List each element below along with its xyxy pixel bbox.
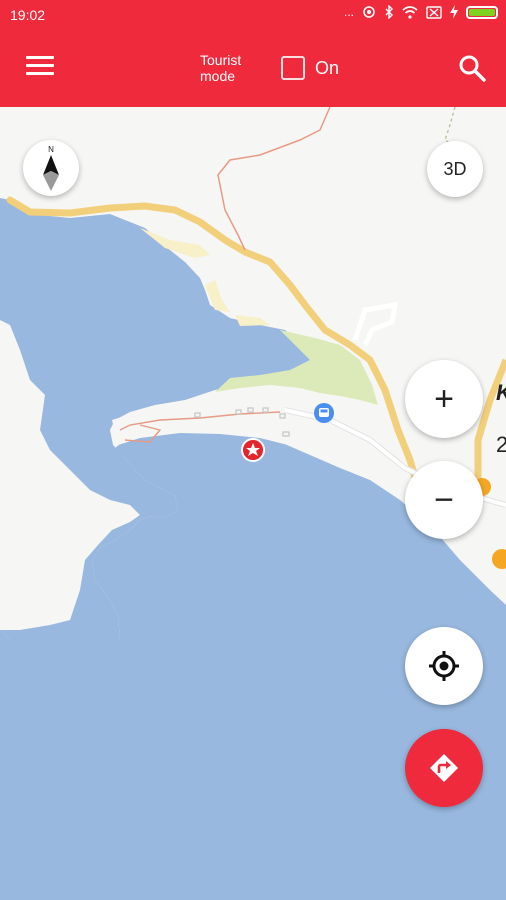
hamburger-icon-line bbox=[26, 64, 54, 67]
bus-stop-marker[interactable] bbox=[314, 403, 334, 423]
3d-mode-label: 3D bbox=[443, 158, 467, 179]
minus-icon: − bbox=[434, 480, 454, 519]
tourist-mode-line1: Tourist bbox=[200, 52, 242, 68]
map-place-number: 2 bbox=[496, 432, 506, 457]
bluetooth-icon bbox=[385, 5, 393, 19]
hamburger-icon-line bbox=[26, 72, 54, 75]
directions-button[interactable] bbox=[405, 729, 483, 807]
more-dots-icon: ... bbox=[343, 5, 354, 19]
my-location-button[interactable] bbox=[405, 627, 483, 705]
compass-icon: N bbox=[43, 145, 59, 191]
search-icon bbox=[459, 55, 486, 82]
3d-mode-button[interactable]: 3D bbox=[427, 141, 483, 197]
zoom-out-button[interactable]: − bbox=[405, 461, 483, 539]
hamburger-icon bbox=[26, 56, 54, 59]
alarm-icon bbox=[363, 6, 375, 18]
charging-icon bbox=[450, 5, 458, 19]
plus-icon: + bbox=[434, 379, 454, 418]
status-icons: ... bbox=[344, 5, 498, 19]
tourist-mode-checkbox[interactable] bbox=[281, 56, 305, 80]
gps-target-icon bbox=[429, 651, 459, 681]
favorite-star-marker[interactable] bbox=[241, 438, 265, 462]
tourist-mode-line2: mode bbox=[200, 68, 236, 84]
battery-icon bbox=[466, 5, 498, 19]
compass-button[interactable]: N bbox=[23, 140, 79, 196]
zoom-in-button[interactable]: + bbox=[405, 360, 483, 438]
menu-button[interactable] bbox=[26, 56, 54, 78]
wifi-icon bbox=[402, 5, 418, 19]
status-bar: 19:02 ... bbox=[0, 0, 506, 30]
directions-icon bbox=[430, 754, 458, 782]
tourist-mode-on-label: On bbox=[315, 58, 340, 78]
compass-north-letter: N bbox=[48, 145, 54, 154]
sim-off-icon bbox=[426, 5, 442, 19]
tourist-mode-label: Tourist mode bbox=[200, 52, 241, 84]
map-place-label: K bbox=[496, 380, 506, 406]
status-time: 19:02 bbox=[10, 7, 46, 23]
search-button[interactable] bbox=[458, 54, 486, 82]
top-toolbar: Tourist mode On bbox=[0, 30, 506, 107]
